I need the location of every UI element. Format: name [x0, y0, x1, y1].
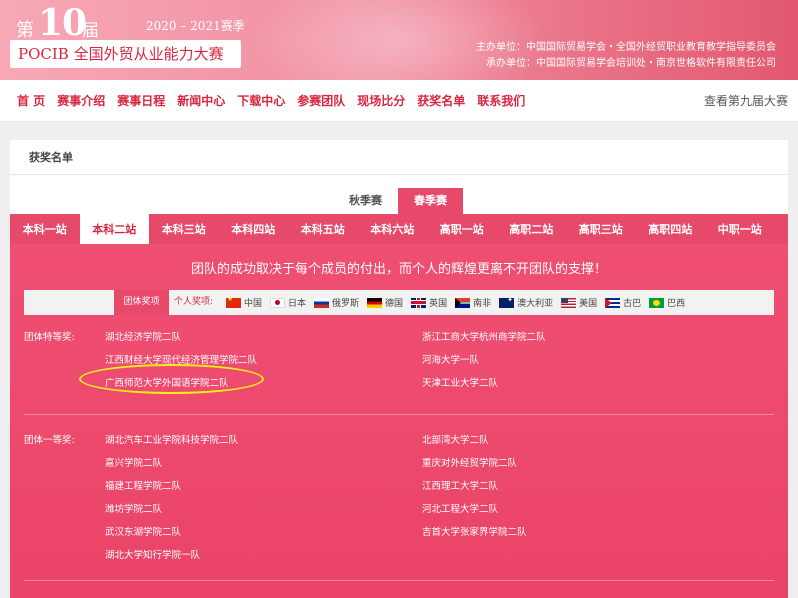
country-name: 俄罗斯 [332, 299, 360, 309]
country-filter-de[interactable]: 德国 [367, 296, 403, 309]
first-award-label: 团体一等奖: [24, 435, 75, 446]
nav-schedule[interactable]: 赛事日程 [117, 80, 165, 122]
country-filters: 中国 日本 俄罗斯 德国 英国 南非 澳大利亚 美国 古巴 巴西 [226, 290, 693, 315]
country-name: 日本 [288, 299, 307, 309]
nav-previous-edition-link[interactable]: 查看第九届大赛 [704, 80, 788, 122]
team-entry[interactable]: 天津工业大学二队 [422, 375, 498, 389]
awards-body: 团队的成功取决于每个成员的付出，而个人的辉煌更离不开团队的支撑！ 团体奖项 个人… [10, 244, 788, 598]
edition-number: 10 [38, 2, 87, 44]
team-entry[interactable]: 江西理工大学二队 [422, 478, 498, 492]
tab-station-1[interactable]: 本科一站 [10, 214, 80, 244]
flag-za-icon [455, 297, 471, 308]
award-filter-bar: 团体奖项 个人奖项: 中国 日本 俄罗斯 德国 英国 南非 澳大利亚 美国 古巴 巴西 [24, 290, 774, 315]
season-tabs: 秋季赛 春季赛 [333, 188, 463, 214]
nav-live-score[interactable]: 现场比分 [357, 80, 405, 122]
flag-br-icon [649, 297, 665, 308]
flag-ru-icon [314, 297, 330, 308]
flag-de-icon [367, 297, 383, 308]
tab-station-7[interactable]: 高职一站 [427, 214, 497, 244]
tab-station-8[interactable]: 高职二站 [497, 214, 567, 244]
country-filter-za[interactable]: 南非 [455, 296, 491, 309]
country-name: 德国 [385, 299, 404, 309]
nav-winners[interactable]: 获奖名单 [417, 80, 465, 122]
edition-prefix: 第 [16, 20, 34, 41]
country-filter-cn[interactable]: 中国 [226, 296, 262, 309]
nav-downloads[interactable]: 下载中心 [237, 80, 285, 122]
team-entry[interactable]: 湖北大学知行学院一队 [105, 547, 200, 561]
slogan: 团队的成功取决于每个成员的付出，而个人的辉煌更离不开团队的支撑！ [190, 262, 607, 277]
country-filter-us[interactable]: 美国 [561, 296, 597, 309]
flag-us-icon [561, 297, 577, 308]
section-divider [24, 580, 774, 581]
tab-station-3[interactable]: 本科三站 [149, 214, 219, 244]
panel-title: 获奖名单 [10, 140, 788, 175]
season-label: 2020 – 2021赛季 [146, 19, 245, 33]
country-filter-ru[interactable]: 俄罗斯 [314, 296, 359, 309]
flag-cu-icon [605, 297, 621, 308]
special-award-label: 团体特等奖: [24, 332, 75, 343]
team-entry[interactable]: 浙江工商大学杭州商学院二队 [422, 329, 546, 343]
header-banner: 第 10 届 2020 – 2021赛季 POCIB 全国外贸从业能力大赛 主办… [0, 0, 798, 80]
team-entry[interactable]: 北部湾大学二队 [422, 432, 489, 446]
nav-contact[interactable]: 联系我们 [477, 80, 525, 122]
country-name: 美国 [579, 299, 598, 309]
tab-station-5[interactable]: 本科五站 [288, 214, 358, 244]
country-name: 古巴 [623, 299, 642, 309]
winners-panel: 获奖名单 秋季赛 春季赛 本科一站 本科二站 本科三站 本科四站 本科五站 本科六站 高职一… [10, 140, 788, 598]
tab-station-2[interactable]: 本科二站 [79, 214, 149, 244]
tab-station-10[interactable]: 高职四站 [636, 214, 706, 244]
country-name: 英国 [429, 299, 448, 309]
team-entry[interactable]: 湖北汽车工业学院科技学院二队 [105, 432, 238, 446]
main-nav: 首 页 赛事介绍 赛事日程 新闻中心 下载中心 参赛团队 现场比分 获奖名单 联… [0, 80, 798, 122]
country-filter-uk[interactable]: 英国 [411, 296, 447, 309]
edition-suffix: 届 [82, 21, 99, 41]
team-entry[interactable]: 武汉东湖学院二队 [105, 524, 181, 538]
tab-station-6[interactable]: 本科六站 [358, 214, 428, 244]
nav-home[interactable]: 首 页 [17, 80, 45, 122]
section-divider [24, 414, 774, 415]
flag-jp-icon [270, 297, 286, 308]
country-filter-br[interactable]: 巴西 [649, 296, 685, 309]
personal-award-label: 个人奖项: [174, 297, 214, 307]
team-entry[interactable]: 重庆对外经贸学院二队 [422, 455, 517, 469]
team-entry[interactable]: 福建工程学院二队 [105, 478, 181, 492]
tab-station-9[interactable]: 高职三站 [566, 214, 636, 244]
team-entry[interactable]: 河北工程大学二队 [422, 501, 498, 515]
team-entry[interactable]: 湖北经济学院二队 [105, 329, 181, 343]
team-entry[interactable]: 江西财经大学现代经济管理学院二队 [105, 352, 257, 366]
country-filter-jp[interactable]: 日本 [270, 296, 306, 309]
organizers: 主办单位：中国国际贸易学会・全国外经贸职业教育教学指导委员会 承办单位：中国国际… [476, 40, 776, 72]
nav-news[interactable]: 新闻中心 [177, 80, 225, 122]
tab-station-11[interactable]: 中职一站 [705, 214, 775, 244]
country-name: 澳大利亚 [517, 299, 554, 309]
tab-autumn[interactable]: 秋季赛 [333, 188, 398, 214]
station-tabs: 本科一站 本科二站 本科三站 本科四站 本科五站 本科六站 高职一站 高职二站 高职三站 高职四站… [10, 214, 788, 244]
organizer-line: 主办单位：中国国际贸易学会・全国外经贸职业教育教学指导委员会 [476, 42, 776, 53]
team-entry[interactable]: 嘉兴学院二队 [105, 455, 162, 469]
country-name: 巴西 [667, 299, 686, 309]
team-entry[interactable]: 河海大学一队 [422, 352, 479, 366]
flag-au-icon [499, 297, 515, 308]
tab-station-4[interactable]: 本科四站 [219, 214, 289, 244]
undertaker-line: 承办单位：中国国际贸易学会培训处・南京世格软件有限责任公司 [486, 58, 776, 69]
country-filter-au[interactable]: 澳大利亚 [499, 296, 553, 309]
country-name: 南非 [473, 299, 492, 309]
flag-cn-icon [226, 297, 241, 308]
team-entry[interactable]: 潍坊学院二队 [105, 501, 162, 515]
team-award-tab[interactable]: 团体奖项 [114, 290, 169, 315]
nav-intro[interactable]: 赛事介绍 [57, 80, 105, 122]
site-logo[interactable]: POCIB 全国外贸从业能力大赛 [10, 40, 241, 68]
team-entry[interactable]: 吉首大学张家界学院二队 [422, 524, 527, 538]
tab-spring[interactable]: 春季赛 [398, 188, 463, 214]
team-entry[interactable]: 广西师范大学外国语学院二队 [105, 375, 229, 389]
flag-uk-icon [411, 297, 427, 308]
country-name: 中国 [244, 299, 263, 309]
country-filter-cu[interactable]: 古巴 [605, 296, 641, 309]
nav-teams[interactable]: 参赛团队 [297, 80, 345, 122]
nav-items: 首 页 赛事介绍 赛事日程 新闻中心 下载中心 参赛团队 现场比分 获奖名单 联… [17, 80, 537, 122]
